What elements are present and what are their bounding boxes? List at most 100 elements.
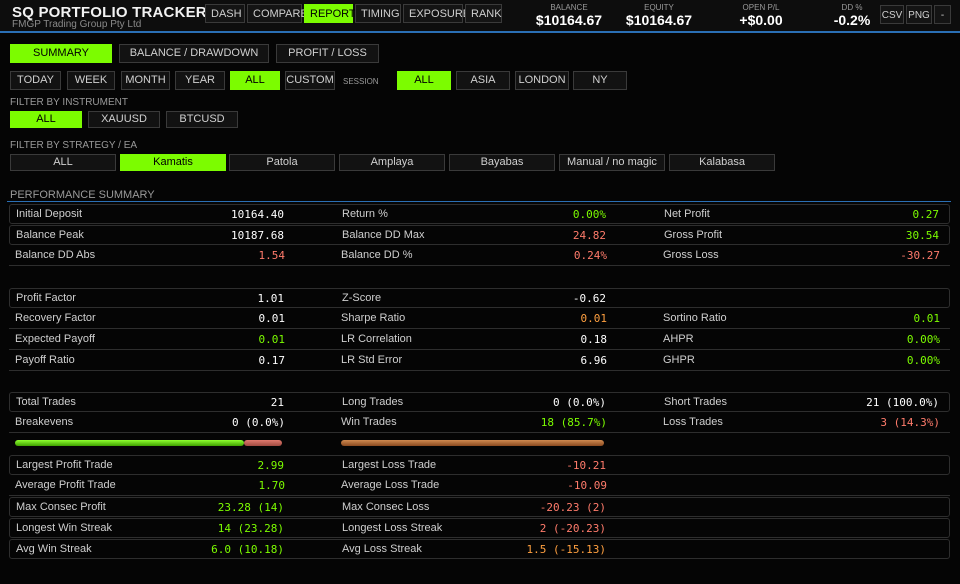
period-year[interactable]: YEAR xyxy=(175,71,225,90)
session-london[interactable]: LONDON xyxy=(515,71,569,90)
table-row: Profit Factor 1.01 Z-Score -0.62 xyxy=(9,288,950,308)
metric-label: Total Trades xyxy=(16,396,76,408)
metric-value: -20.23 (2) xyxy=(539,501,606,514)
metric-label: Net Profit xyxy=(664,208,710,220)
period-custom[interactable]: CUSTOM xyxy=(285,71,335,90)
table-row: Initial Deposit 10164.40 Return % 0.00% Net … xyxy=(9,204,950,224)
balance-value: $10164.67 xyxy=(535,12,603,28)
strategy-patola[interactable]: Patola xyxy=(229,154,335,171)
tab-profit-loss[interactable]: PROFIT / LOSS xyxy=(276,44,379,63)
metric-label: Gross Profit xyxy=(664,229,723,241)
strategy-bayabas[interactable]: Bayabas xyxy=(449,154,555,171)
session-asia[interactable]: ASIA xyxy=(456,71,510,90)
strategy-filter-label: FILTER BY STRATEGY / EA xyxy=(10,140,138,151)
period-week[interactable]: WEEK xyxy=(67,71,115,90)
metric-label: Short Trades xyxy=(664,396,727,408)
dd-value: -0.2% xyxy=(833,12,871,28)
nav-report[interactable]: REPORT xyxy=(304,4,356,23)
session-all[interactable]: ALL xyxy=(397,71,451,90)
nav-exposure[interactable]: EXPOSURE xyxy=(403,4,470,23)
metric-label: Long Trades xyxy=(342,396,404,408)
metric-value: -10.09 xyxy=(567,479,607,492)
metric-label: Average Loss Trade xyxy=(341,479,440,491)
metric-value: 0.27 xyxy=(912,208,940,221)
metric-value: 1.01 xyxy=(257,292,285,305)
metric-label: Largest Loss Trade xyxy=(342,459,437,471)
metric-value: 2.99 xyxy=(257,459,285,472)
win-trades-bar xyxy=(15,440,244,446)
metric-value: -0.62 xyxy=(572,292,606,305)
metric-label: Initial Deposit xyxy=(16,208,83,220)
table-row: Recovery Factor 0.01 Sharpe Ratio 0.01 Sorti… xyxy=(9,309,950,329)
metric-value: 0.18 xyxy=(580,333,608,346)
strategy-all[interactable]: ALL xyxy=(10,154,116,171)
metric-value: 10187.68 xyxy=(231,229,284,242)
metric-value: 0 (0.0%) xyxy=(232,416,285,429)
strategy-kalabasa[interactable]: Kalabasa xyxy=(669,154,775,171)
nav-dash[interactable]: DASH xyxy=(205,4,245,23)
metric-label: AHPR xyxy=(663,333,694,345)
table-row: Max Consec Profit 23.28 (14) Max Consec Lo… xyxy=(9,497,950,517)
metric-value: -30.27 xyxy=(900,249,940,262)
equity-label: EQUITY xyxy=(644,3,674,12)
table-row: Largest Profit Trade 2.99 Largest Loss Tra… xyxy=(9,455,950,475)
metric-value: 0.00% xyxy=(572,208,606,221)
metric-label: Win Trades xyxy=(341,416,397,428)
metric-value: 0 (0.0%) xyxy=(553,396,606,409)
metric-value: -10.21 xyxy=(566,459,606,472)
nav-rank[interactable]: RANK xyxy=(465,4,502,23)
table-row: Balance Peak 10187.68 Balance DD Max 24.82 G… xyxy=(9,225,950,245)
metric-label: Avg Loss Streak xyxy=(342,543,422,555)
nav-compare[interactable]: COMPARE xyxy=(247,4,308,23)
strategy-amplaya[interactable]: Amplaya xyxy=(339,154,445,171)
metric-value: 6.0 (10.18) xyxy=(211,543,284,556)
open-pl-value: +$0.00 xyxy=(739,12,783,28)
period-month[interactable]: MONTH xyxy=(121,71,170,90)
metric-value: 1.70 xyxy=(258,479,286,492)
metric-label: Return % xyxy=(342,208,388,220)
main-nav: DASH COMPARE REPORT TIMING EXPOSURE RANK xyxy=(205,4,504,23)
metric-label: Recovery Factor xyxy=(15,312,96,324)
metric-value: 0.01 xyxy=(913,312,941,325)
instrument-btcusd[interactable]: BTCUSD xyxy=(166,111,238,128)
session-ny[interactable]: NY xyxy=(573,71,627,90)
metric-label: Balance DD Max xyxy=(342,229,425,241)
equity-value: $10164.67 xyxy=(625,12,693,28)
short-trades-bar xyxy=(341,440,604,446)
dd-stat: DD % -0.2% xyxy=(830,3,874,28)
metric-label: Sortino Ratio xyxy=(663,312,727,324)
metric-label: Payoff Ratio xyxy=(15,354,75,366)
metric-value: 6.96 xyxy=(580,354,608,367)
table-row: Longest Win Streak 14 (23.28) Longest Loss… xyxy=(9,518,950,538)
table-row: Average Profit Trade 1.70 Average Loss Tra… xyxy=(9,476,950,496)
metric-value: 14 (23.28) xyxy=(217,522,284,535)
period-all[interactable]: ALL xyxy=(230,71,280,90)
tab-balance-drawdown[interactable]: BALANCE / DRAWDOWN xyxy=(119,44,269,63)
minimize-button[interactable]: - xyxy=(934,5,951,24)
instrument-filter-label: FILTER BY INSTRUMENT xyxy=(10,97,128,108)
strategy-manual[interactable]: Manual / no magic xyxy=(559,154,665,171)
nav-timing[interactable]: TIMING xyxy=(355,4,401,23)
dd-label: DD % xyxy=(841,3,863,12)
loss-trades-bar xyxy=(244,440,282,446)
instrument-xauusd[interactable]: XAUUSD xyxy=(88,111,160,128)
export-png-button[interactable]: PNG xyxy=(906,5,932,24)
metric-label: Sharpe Ratio xyxy=(341,312,406,324)
metric-label: Longest Win Streak xyxy=(16,522,112,534)
metric-value: 0.01 xyxy=(580,312,608,325)
tab-summary[interactable]: SUMMARY xyxy=(10,44,112,63)
strategy-kamatis[interactable]: Kamatis xyxy=(120,154,226,171)
balance-stat: BALANCE $10164.67 xyxy=(532,3,606,28)
metric-label: Profit Factor xyxy=(16,292,76,304)
export-csv-button[interactable]: CSV xyxy=(880,5,904,24)
metric-label: Gross Loss xyxy=(663,249,719,261)
period-today[interactable]: TODAY xyxy=(10,71,61,90)
section-title: PERFORMANCE SUMMARY xyxy=(10,189,155,201)
metric-value: 1.5 (-15.13) xyxy=(526,543,606,556)
instrument-all[interactable]: ALL xyxy=(10,111,82,128)
metric-label: Balance Peak xyxy=(16,229,84,241)
metric-value: 30.54 xyxy=(905,229,939,242)
metric-label: Average Profit Trade xyxy=(15,479,116,491)
metric-label: Loss Trades xyxy=(663,416,723,428)
metric-value: 23.28 (14) xyxy=(217,501,284,514)
